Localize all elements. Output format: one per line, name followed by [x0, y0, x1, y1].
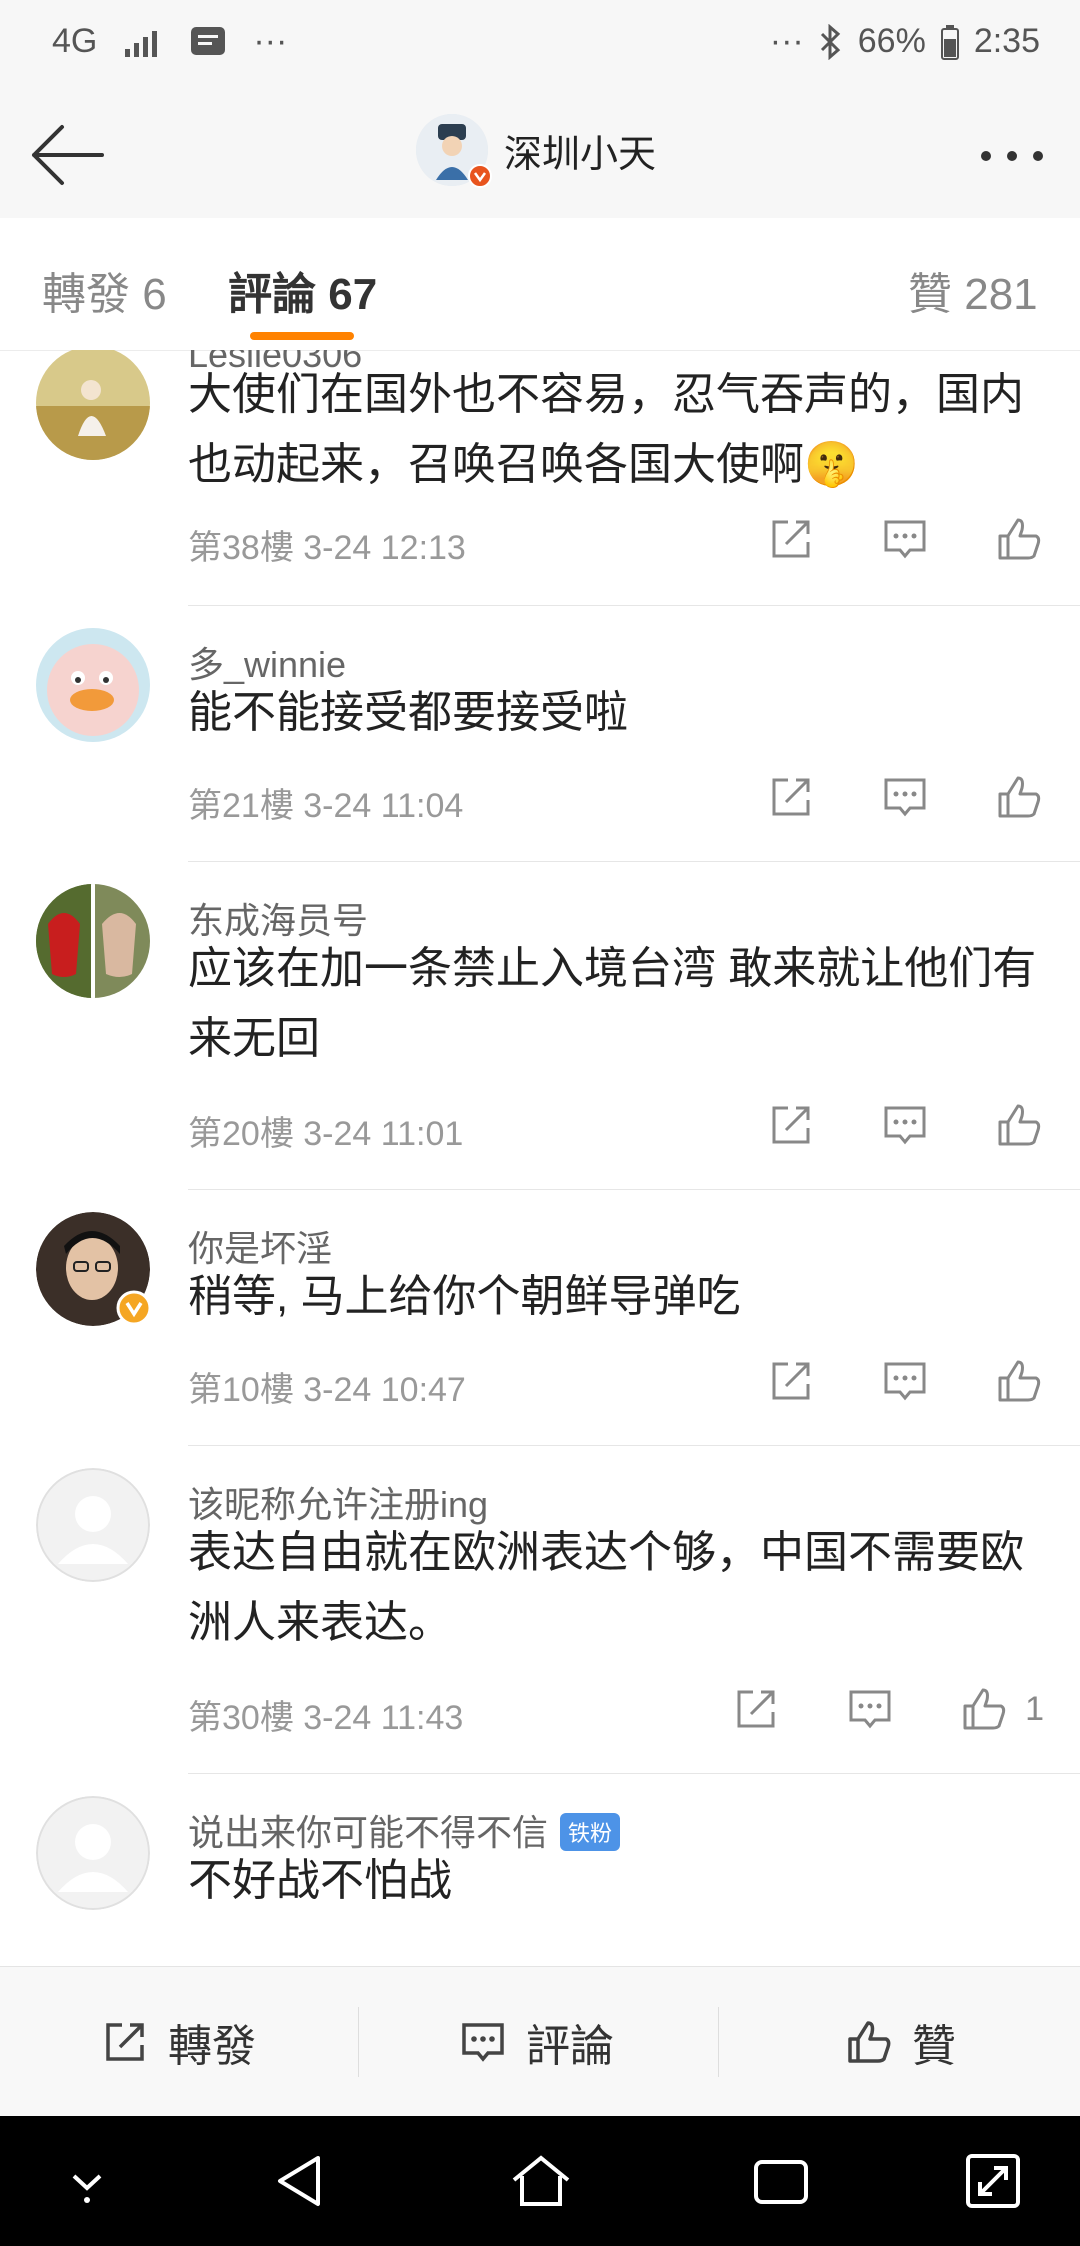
back-button[interactable]	[28, 120, 108, 190]
repost-icon[interactable]	[766, 1100, 816, 1150]
bluetooth-icon	[820, 23, 840, 60]
avatar[interactable]	[36, 1796, 150, 1910]
status-more-right: ···	[769, 22, 804, 60]
tab-repost[interactable]: 轉發 6	[42, 258, 167, 322]
like-icon[interactable]	[994, 1100, 1044, 1150]
comment-icon	[462, 2023, 504, 2062]
detail-tabs: 轉發 6 評論 67 贊 281	[0, 218, 1080, 351]
author-name[interactable]: 深圳小天	[504, 123, 656, 178]
verified-badge-icon	[468, 164, 492, 188]
expand-screen-icon[interactable]	[958, 2146, 1028, 2216]
comment-item: 说出来你可能不得不信 铁粉 不好战不怕战	[0, 1774, 1080, 1966]
back-nav-icon[interactable]	[266, 2146, 336, 2216]
clock: 2:35	[973, 22, 1040, 60]
avatar[interactable]	[36, 884, 150, 998]
message-icon	[191, 26, 226, 55]
active-tab-indicator	[250, 332, 354, 340]
comment-text: 应该在加一条禁止入境台湾 敢来就让他们有来无回	[188, 944, 1037, 1063]
like-icon[interactable]	[994, 772, 1044, 822]
comment-actions	[766, 514, 1044, 564]
separator	[358, 2007, 359, 2077]
tab-comments[interactable]: 評論 67	[228, 258, 377, 322]
more-options-button[interactable]	[972, 136, 1052, 176]
comment-item: 多_winnie 能不能接受都要接受啦 第21樓 3-24 11:04	[0, 606, 1080, 862]
comment-actions	[766, 1356, 1044, 1406]
bottom-action-bar: 轉發 評論 贊	[0, 1966, 1080, 2117]
like-count: 1	[1025, 1689, 1044, 1728]
repost-icon[interactable]	[766, 1356, 816, 1406]
bottom-repost-label: 轉發	[168, 2022, 256, 2071]
bottom-like-button[interactable]: 贊	[844, 1967, 956, 2117]
status-more-left: ···	[253, 22, 288, 60]
comment-floor-time: 第21樓 3-24 11:04	[188, 787, 464, 825]
avatar[interactable]	[36, 1212, 152, 1326]
comment-item: 你是坏淫 稍等, 马上给你个朝鲜导弹吃 第10樓 3-24 10:47	[0, 1190, 1080, 1446]
comment-text: 大使们在国外也不容易，忍气吞声的，国内也动起来，召唤召唤各国大使啊🤫	[188, 370, 1024, 489]
post-author[interactable]: 深圳小天	[416, 114, 656, 188]
reply-icon[interactable]	[880, 514, 930, 564]
comment-floor-time: 第10樓 3-24 10:47	[188, 1371, 466, 1409]
repost-icon	[106, 2023, 144, 2061]
reply-icon[interactable]	[880, 1100, 930, 1150]
network-type: 4G	[52, 22, 98, 60]
bottom-comment-button[interactable]: 評論	[458, 1967, 614, 2117]
status-bar: 4G ··· ··· 66% 2:35	[0, 0, 1080, 92]
avatar[interactable]	[36, 350, 150, 460]
repost-icon[interactable]	[766, 514, 816, 564]
comment-text: 表达自由就在欧洲表达个够，中国不需要欧洲人来表达。	[188, 1528, 1024, 1647]
comment-list[interactable]: Leslie0306 大使们在国外也不容易，忍气吞声的，国内也动起来，召唤召唤各…	[0, 350, 1080, 1966]
battery-percent: 66%	[857, 22, 926, 60]
like-icon[interactable]	[959, 1684, 1009, 1734]
comment-item: 东成海员号 应该在加一条禁止入境台湾 敢来就让他们有来无回 第20樓 3-24 …	[0, 862, 1080, 1190]
comment-actions	[766, 1100, 1044, 1150]
back-arrow-icon	[32, 125, 104, 185]
status-right: ··· 66% 2:35	[770, 22, 1040, 61]
avatar[interactable]	[36, 628, 150, 742]
status-left: 4G ···	[52, 22, 287, 61]
reply-icon[interactable]	[845, 1684, 895, 1734]
author-avatar[interactable]	[416, 114, 492, 188]
separator	[718, 2007, 719, 2077]
comment-text: 不好战不怕战	[188, 1856, 452, 1905]
like-icon[interactable]	[994, 514, 1044, 564]
repost-icon[interactable]	[731, 1684, 781, 1734]
verified-badge-icon	[116, 1290, 152, 1326]
hide-keyboard-icon[interactable]	[52, 2146, 122, 2216]
bottom-repost-button[interactable]: 轉發	[100, 1967, 256, 2117]
comment-floor-time: 第30樓 3-24 11:43	[188, 1699, 464, 1737]
like-icon	[848, 2021, 891, 2063]
comment-floor-time: 第38樓 3-24 12:13	[188, 529, 466, 567]
repost-icon[interactable]	[766, 772, 816, 822]
avatar[interactable]	[36, 1468, 150, 1582]
bottom-comment-label: 評論	[526, 2022, 614, 2071]
tab-likes[interactable]: 贊 281	[908, 258, 1038, 322]
recent-apps-icon[interactable]	[746, 2146, 816, 2216]
more-dots-icon	[981, 151, 1043, 161]
battery-icon	[940, 24, 959, 60]
comment-text: 稍等, 马上给你个朝鲜导弹吃	[188, 1272, 741, 1321]
comment-item: 该昵称允许注册ing 表达自由就在欧洲表达个够，中国不需要欧洲人来表达。 第30…	[0, 1446, 1080, 1774]
comment-item: Leslie0306 大使们在国外也不容易，忍气吞声的，国内也动起来，召唤召唤各…	[0, 350, 1080, 606]
top-nav: 深圳小天	[0, 92, 1080, 219]
home-nav-icon[interactable]	[506, 2146, 576, 2216]
reply-icon[interactable]	[880, 772, 930, 822]
reply-icon[interactable]	[880, 1356, 930, 1406]
system-navigation-bar	[0, 2116, 1080, 2246]
bottom-like-label: 贊	[912, 2022, 956, 2071]
like-icon[interactable]	[994, 1356, 1044, 1406]
comment-text: 能不能接受都要接受啦	[188, 688, 628, 737]
comment-floor-time: 第20樓 3-24 11:01	[188, 1115, 464, 1153]
signal-icon	[125, 30, 158, 57]
comment-actions: 1	[731, 1684, 1044, 1734]
comment-actions	[766, 772, 1044, 822]
